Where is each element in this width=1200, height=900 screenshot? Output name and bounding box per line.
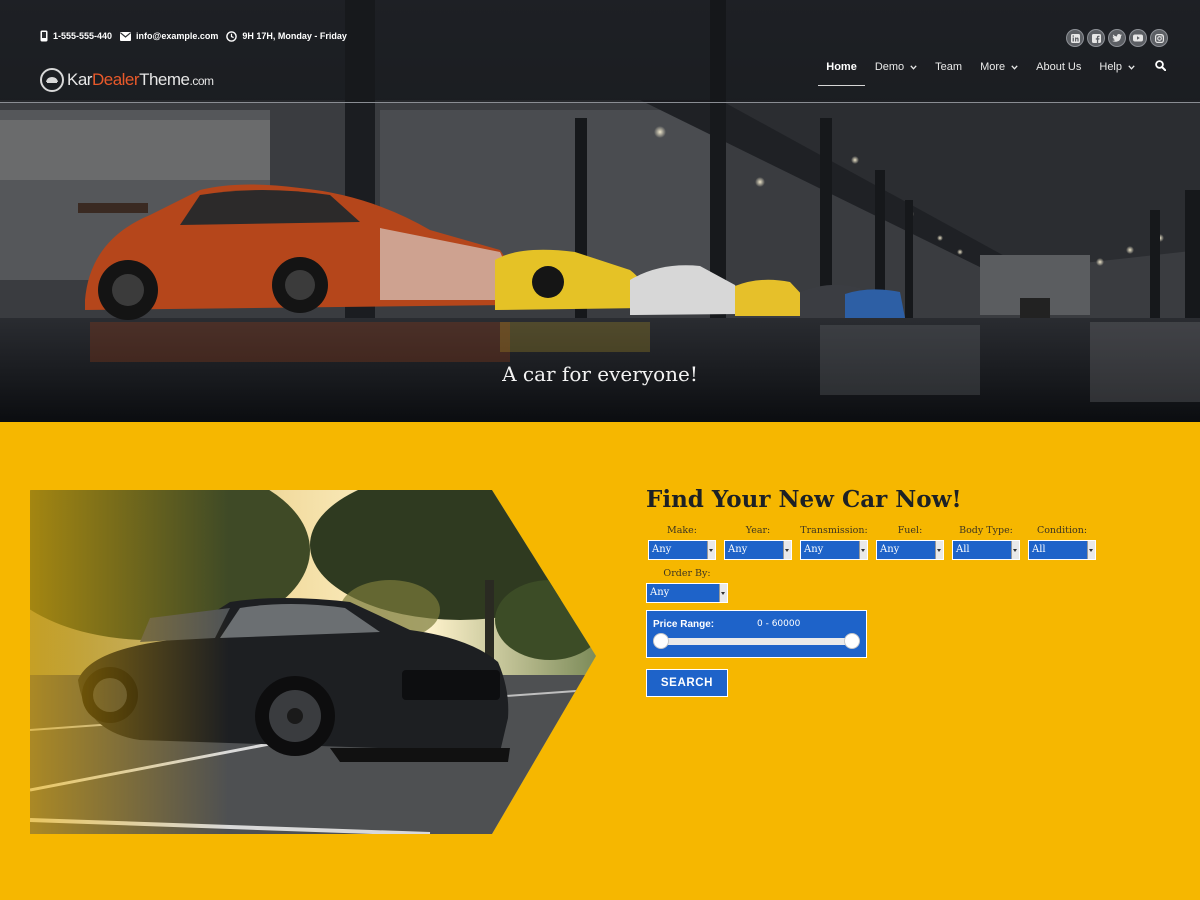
body-type-select[interactable]: All (952, 540, 1020, 560)
transmission-select[interactable]: Any (800, 540, 868, 560)
price-range-slider: Price Range: 0 - 60000 (646, 610, 867, 658)
filter-fuel: Fuel: Any (874, 525, 946, 560)
filter-condition-label: Condition: (1036, 525, 1088, 536)
fuel-select[interactable]: Any (876, 540, 944, 560)
search-button[interactable]: SEARCH (646, 669, 728, 697)
business-hours: 9H 17H, Monday - Friday (242, 31, 347, 41)
clock-icon (226, 30, 238, 42)
filter-body-type: Body Type: All (950, 525, 1022, 560)
nav-home[interactable]: Home (818, 61, 865, 86)
nav-more-label: More (980, 61, 1006, 73)
steering-wheel-icon (40, 68, 64, 92)
finder-title: Find Your New Car Now! (646, 486, 962, 513)
nav-home-label: Home (826, 61, 857, 73)
nav-about-us-label: About Us (1036, 61, 1082, 73)
instagram-icon[interactable] (1150, 29, 1168, 47)
year-select[interactable]: Any (724, 540, 792, 560)
contact-hours: 9H 17H, Monday - Friday (226, 30, 347, 42)
featured-car-image (30, 490, 596, 834)
email-address: info@example.com (136, 31, 219, 41)
filter-row: Make: Any Year: Any Transmission: Any Fu… (646, 525, 1146, 560)
filter-year-label: Year: (745, 525, 771, 536)
facebook-icon[interactable] (1087, 29, 1105, 47)
nav-help-label: Help (1099, 61, 1122, 73)
nav-help[interactable]: Help (1099, 61, 1135, 79)
contact-phone[interactable]: 1-555-555-440 (40, 30, 112, 42)
nav-team[interactable]: Team (935, 61, 962, 79)
envelope-icon (120, 31, 132, 41)
main-navigation: Home Demo Team More About Us Help (808, 58, 1167, 86)
make-select[interactable]: Any (648, 540, 716, 560)
dropdown-arrow-icon (935, 541, 943, 559)
contact-info: 1-555-555-440 info@example.com 9H 17H, M… (40, 30, 355, 42)
filter-make: Make: Any (646, 525, 718, 560)
nav-more[interactable]: More (980, 61, 1018, 79)
nav-demo-label: Demo (874, 61, 905, 73)
order-by-label: Order By: (663, 568, 711, 579)
filter-body-type-label: Body Type: (959, 525, 1013, 536)
filter-condition: Condition: All (1026, 525, 1098, 560)
dropdown-arrow-icon (719, 584, 727, 602)
phone-number: 1-555-555-440 (53, 31, 113, 41)
car-finder-form: Find Your New Car Now! Make: Any Year: A… (646, 486, 1146, 697)
nav-demo[interactable]: Demo (875, 61, 917, 79)
filter-fuel-label: Fuel: (897, 525, 923, 536)
price-range-track[interactable] (661, 638, 852, 645)
linkedin-icon[interactable] (1066, 29, 1084, 47)
twitter-icon[interactable] (1108, 29, 1126, 47)
logo-wordmark: KarDealerTheme.com (67, 70, 214, 89)
search-icon[interactable] (1155, 58, 1167, 82)
price-max-handle[interactable] (844, 633, 860, 649)
dropdown-arrow-icon (783, 541, 791, 559)
price-range-label: Price Range: (653, 619, 715, 630)
dropdown-arrow-icon (1087, 541, 1095, 559)
contact-email[interactable]: info@example.com (120, 31, 218, 41)
social-links (1063, 29, 1168, 47)
dropdown-arrow-icon (859, 541, 867, 559)
chevron-down-icon (1011, 64, 1018, 70)
dropdown-arrow-icon (1011, 541, 1019, 559)
price-min-handle[interactable] (653, 633, 669, 649)
nav-team-label: Team (935, 61, 963, 73)
condition-select[interactable]: All (1028, 540, 1096, 560)
phone-icon (40, 30, 48, 42)
filter-make-label: Make: (667, 525, 697, 536)
chevron-down-icon (910, 64, 917, 70)
filter-year: Year: Any (722, 525, 794, 560)
nav-about-us[interactable]: About Us (1036, 61, 1081, 79)
chevron-down-icon (1128, 64, 1135, 70)
site-logo[interactable]: KarDealerTheme.com (40, 68, 214, 92)
order-by-select[interactable]: Any (646, 583, 728, 603)
dropdown-arrow-icon (707, 541, 715, 559)
hero-tagline: A car for everyone! (502, 362, 698, 386)
site-header: 1-555-555-440 info@example.com 9H 17H, M… (0, 0, 1200, 103)
filter-transmission: Transmission: Any (798, 525, 870, 560)
filter-transmission-label: Transmission: (800, 525, 868, 536)
filter-order-by: Order By: Any (646, 568, 728, 603)
youtube-icon[interactable] (1129, 29, 1147, 47)
price-range-value: 0 - 60000 (757, 619, 801, 629)
car-search-section: Find Your New Car Now! Make: Any Year: A… (0, 422, 1200, 900)
hero-banner: 1-555-555-440 info@example.com 9H 17H, M… (0, 0, 1200, 422)
